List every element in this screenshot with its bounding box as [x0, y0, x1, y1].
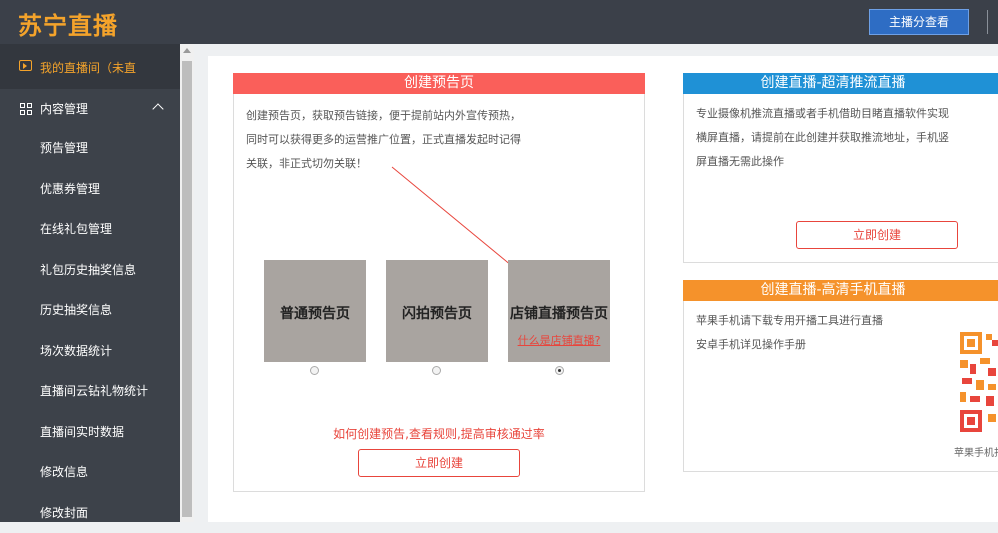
create-preview-button[interactable]: 立即创建	[358, 449, 520, 477]
radio-store-preview[interactable]	[555, 366, 564, 375]
radio-flash-preview[interactable]	[432, 366, 441, 375]
mobile-live-card: 创建直播-高清手机直播 苹果手机请下载专用开播工具进行直播 安卓手机详见操作手册	[683, 280, 998, 472]
description-line: 安卓手机详见操作手册	[696, 338, 806, 351]
description-line: 横屏直播，请提前在此创建并获取推流地址，手机竖	[696, 131, 949, 144]
card-description: 专业摄像机推流直播或者手机借助目睹直播软件实现 横屏直播，请提前在此创建并获取推…	[696, 102, 996, 174]
what-is-store-live-link[interactable]: 什么是店铺直播?	[508, 332, 610, 348]
help-rules-link[interactable]: 如何创建预告,查看规则,提高审核通过率	[233, 425, 645, 442]
option-tile-normal-preview[interactable]: 普通预告页	[264, 260, 366, 362]
option-tile-flash-preview[interactable]: 闪拍预告页	[386, 260, 488, 362]
description-line: 专业摄像机推流直播或者手机借助目睹直播软件实现	[696, 107, 949, 120]
card-title: 创建直播-超清推流直播	[683, 73, 998, 94]
card-title: 创建直播-高清手机直播	[683, 280, 998, 301]
create-push-stream-button[interactable]: 立即创建	[796, 221, 958, 249]
qr-code-icon	[958, 330, 998, 436]
option-label: 店铺直播预告页	[510, 306, 608, 322]
qr-caption: 苹果手机扫	[954, 448, 998, 459]
option-label: 普通预告页	[280, 306, 350, 322]
option-tile-store-preview[interactable]: 店铺直播预告页 什么是店铺直播?	[508, 260, 610, 362]
description-line: 屏直播无需此操作	[696, 155, 784, 168]
description-line: 苹果手机请下载专用开播工具进行直播	[696, 314, 883, 327]
radio-normal-preview[interactable]	[310, 366, 319, 375]
card-description: 苹果手机请下载专用开播工具进行直播 安卓手机详见操作手册	[696, 309, 946, 357]
option-label: 闪拍预告页	[402, 306, 472, 322]
